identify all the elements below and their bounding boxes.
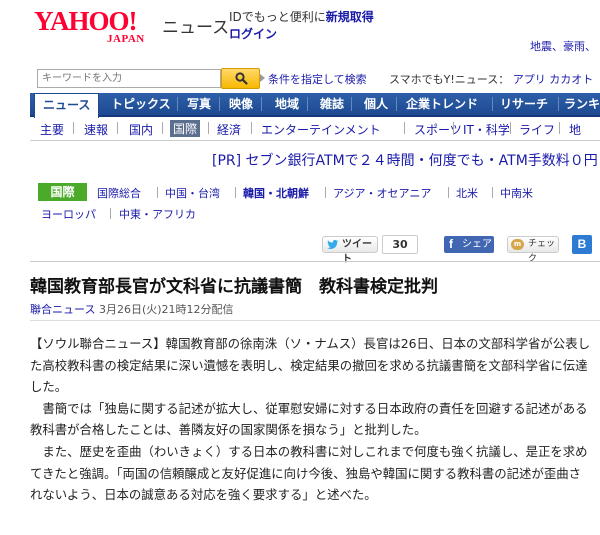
subnav-it-science[interactable]: IT・科学 <box>463 121 510 138</box>
register-link[interactable]: 新規取得 <box>326 10 374 24</box>
nav-divider <box>307 97 308 111</box>
subnav-divider <box>510 122 511 134</box>
category-link[interactable]: ヨーロッパ <box>41 206 96 222</box>
article-headline: 韓国教育部長官が文科省に抗議書簡 教科書検定批判 <box>30 277 438 297</box>
category-link[interactable]: 中東・アフリカ <box>119 206 196 222</box>
category-link[interactable]: アジア・オセアニア <box>333 185 431 201</box>
subnav-divider <box>162 122 163 134</box>
category-divider <box>157 187 158 198</box>
disaster-links[interactable]: 地震、豪雨、 <box>530 38 596 54</box>
subnav-domestic[interactable]: 国内 <box>129 121 153 138</box>
article-paragraph: 書簡では「独島に関する記述が拡大し、従軍慰安婦に対する日本政府の責任を回避する記… <box>30 400 588 438</box>
kakaku-link[interactable]: カカオト <box>549 73 593 86</box>
logo-main-text: YAHOO! <box>34 6 138 36</box>
subnav-divider <box>559 122 560 134</box>
article-paragraph: また、歴史を歪曲（わいきょく）する日本の教科書に対しこれまで何度も強く抗議し、是… <box>30 443 588 503</box>
smartphone-promo: スマホでもY!ニュース： アプリ カカオト <box>389 71 593 87</box>
subnav-life[interactable]: ライフ <box>519 121 555 138</box>
mixi-check-button[interactable]: m チェック <box>507 236 559 264</box>
nav-tab-photos[interactable]: 写真 <box>187 93 211 115</box>
nav-tab-video[interactable]: 映像 <box>229 93 253 115</box>
nav-divider <box>261 97 262 111</box>
article-byline: 聯合ニュース 3月26日(火)21時12分配信 <box>30 301 234 317</box>
logo-sub-text: JAPAN <box>107 33 145 45</box>
twitter-bird-icon <box>327 240 339 249</box>
facebook-icon: f <box>449 237 453 251</box>
app-link[interactable]: アプリ <box>513 73 546 86</box>
subnav-international[interactable]: 国際 <box>170 120 201 137</box>
nav-divider <box>492 97 493 111</box>
article-datetime: 3月26日(火)21時12分配信 <box>98 303 234 316</box>
category-divider <box>448 187 449 198</box>
hatena-bookmark-button[interactable]: B <box>572 235 592 254</box>
category-divider <box>235 187 236 198</box>
category-link[interactable]: 北米 <box>456 185 478 201</box>
nav-divider <box>558 97 559 111</box>
subnav-divider <box>73 122 74 134</box>
nav-tab-individual[interactable]: 個人 <box>364 93 388 115</box>
category-label: 国際 <box>38 183 87 201</box>
mixi-icon: m <box>511 239 524 250</box>
category-divider <box>110 208 111 219</box>
category-link[interactable]: 中南米 <box>500 185 533 201</box>
subnav-sports[interactable]: スポーツ <box>414 121 462 138</box>
advanced-search-link[interactable]: 条件を指定して検索 <box>260 71 367 87</box>
subnav-divider <box>251 122 252 134</box>
nav-tab-news[interactable]: ニュース <box>34 93 100 118</box>
subnav-divider <box>404 122 405 134</box>
nav-divider <box>396 97 397 111</box>
share-label: シェア <box>462 239 492 250</box>
nav-divider <box>177 97 178 111</box>
subnav-entertainment[interactable]: エンターテインメント <box>261 121 381 138</box>
tweet-count: 30 <box>382 235 418 254</box>
nav-tab-ranking[interactable]: ランキ <box>564 93 600 115</box>
sub-nav: 主要 速報 国内 国際 経済 エンターテインメント スポーツ IT・科学 ライフ… <box>30 119 600 138</box>
header-promo: IDでもっと便利に新規取得 <box>229 9 374 25</box>
subnav-main[interactable]: 主要 <box>40 121 64 138</box>
smartphone-label: スマホでもY!ニュース： <box>389 73 510 86</box>
nav-tab-research[interactable]: リサーチ <box>500 93 548 115</box>
search-button[interactable] <box>221 68 260 89</box>
search-icon <box>235 72 248 85</box>
yahoo-japan-logo[interactable]: YAHOO! JAPAN <box>34 6 159 46</box>
nav-tab-local[interactable]: 地域 <box>275 93 299 115</box>
main-nav: ニュース トピックス 写真 映像 地域 雑誌 個人 企業トレンド リサーチ ラン… <box>30 93 600 118</box>
tweet-button[interactable]: ツイート <box>322 236 378 265</box>
news-brand-label[interactable]: ニュース <box>162 13 229 38</box>
category-divider <box>492 187 493 198</box>
subnav-breaking[interactable]: 速報 <box>84 121 108 138</box>
subnav-divider-line <box>30 140 600 141</box>
subnav-local[interactable]: 地 <box>569 121 581 138</box>
subnav-divider <box>453 122 454 134</box>
category-divider <box>325 187 326 198</box>
pr-ad-link[interactable]: [PR] セブン銀行ATMで２４時間・何度でも・ATM手数料０円 <box>212 150 598 170</box>
promo-text: IDでもっと便利に <box>229 10 326 24</box>
category-link[interactable]: 国際総合 <box>97 185 141 201</box>
nav-tab-magazines[interactable]: 雑誌 <box>320 93 344 115</box>
nav-tab-topics[interactable]: トピックス <box>111 93 171 115</box>
article-body: 【ソウル聯合ニュース】韓国教育部の徐南洙（ソ・ナムス）長官は26日、日本の文部科… <box>30 333 592 506</box>
nav-tab-trends[interactable]: 企業トレンド <box>406 93 478 115</box>
category-link[interactable]: 中国・台湾 <box>165 185 220 201</box>
article-divider <box>30 261 600 262</box>
subnav-divider <box>117 122 118 134</box>
category-link-active[interactable]: 韓国・北朝鮮 <box>243 185 309 201</box>
facebook-share-button[interactable]: f シェア <box>444 236 494 253</box>
nav-divider <box>351 97 352 111</box>
article-source-link[interactable]: 聯合ニュース <box>30 303 95 316</box>
article-divider <box>30 320 600 321</box>
article-paragraph: 【ソウル聯合ニュース】韓国教育部の徐南洙（ソ・ナムス）長官は26日、日本の文部科… <box>30 336 590 395</box>
login-link[interactable]: ログイン <box>229 25 277 42</box>
subnav-divider <box>208 122 209 134</box>
nav-divider <box>219 97 220 111</box>
search-input[interactable] <box>37 69 221 88</box>
subnav-economy[interactable]: 経済 <box>217 121 241 138</box>
